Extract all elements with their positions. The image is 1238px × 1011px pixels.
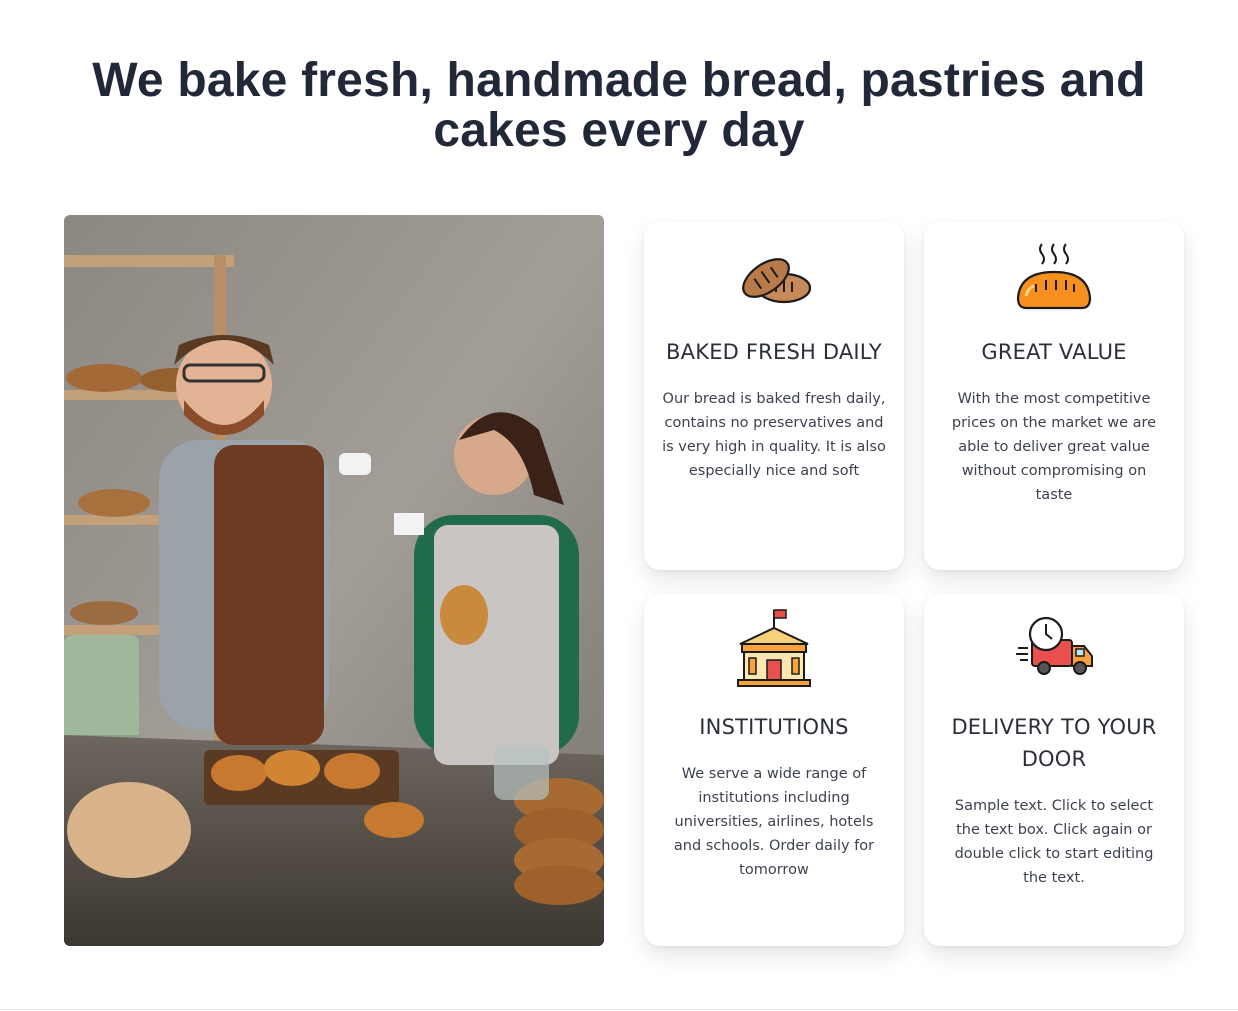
feature-card-great-value: GREAT VALUE With the most competitive pr…: [924, 222, 1184, 570]
feature-card-institutions: INSTITUTIONS We serve a wide range of in…: [644, 594, 904, 946]
bread-loaves-icon: [734, 240, 814, 320]
feature-description: Our bread is baked fresh daily, contains…: [662, 391, 886, 479]
feature-card-delivery: DELIVERY TO YOUR DOOR Sample text. Click…: [924, 594, 1184, 946]
feature-title: BAKED FRESH DAILY: [666, 340, 882, 364]
section-divider: [0, 1009, 1238, 1010]
hot-bread-icon: [1014, 240, 1094, 320]
institution-building-icon: [734, 606, 814, 687]
feature-title: DELIVERY TO YOUR DOOR: [951, 715, 1157, 771]
feature-description: With the most competitive prices on the …: [951, 391, 1157, 503]
feature-title: GREAT VALUE: [981, 340, 1127, 364]
feature-description: Sample text. Click to select the text bo…: [954, 798, 1154, 886]
delivery-truck-icon: [1014, 606, 1094, 686]
feature-card-baked-fresh: BAKED FRESH DAILY Our bread is baked fre…: [644, 222, 904, 570]
section-headline: We bake fresh, handmade bread, pastries …: [92, 54, 1146, 157]
feature-title: INSTITUTIONS: [699, 715, 849, 739]
feature-description: We serve a wide range of institutions in…: [673, 766, 875, 878]
features-section: We bake fresh, handmade bread, pastries …: [0, 0, 1238, 1011]
bakers-photo: [64, 215, 604, 946]
